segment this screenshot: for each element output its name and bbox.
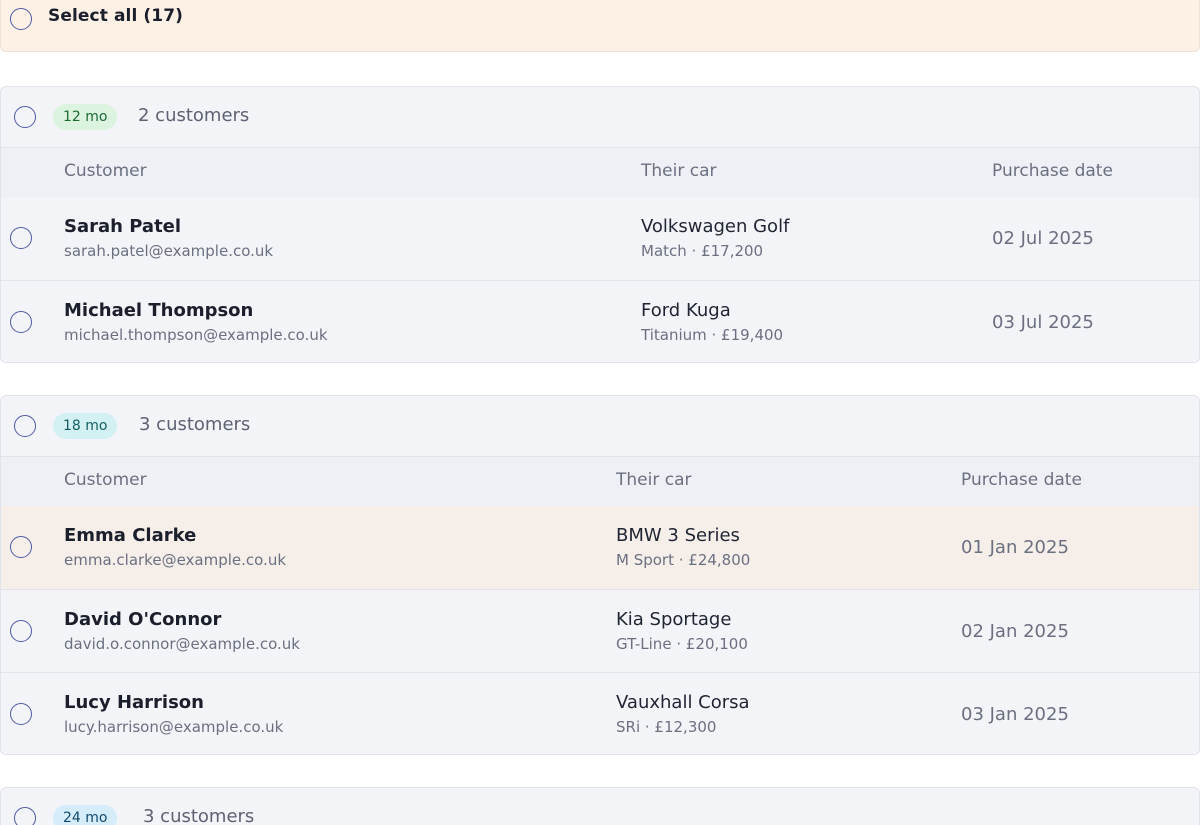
- group-header: 18 mo 3 customers: [1, 396, 1199, 457]
- row-select-radio[interactable]: [10, 536, 32, 558]
- car-model: Vauxhall Corsa: [616, 692, 750, 713]
- car-trim-price: Match · £17,200: [641, 242, 764, 260]
- group-select-radio[interactable]: [14, 807, 36, 825]
- group-count: 3 customers: [139, 414, 251, 435]
- group-count: 2 customers: [138, 105, 250, 126]
- customer-email: david.o.connor@example.co.uk: [64, 635, 300, 653]
- car-model: Kia Sportage: [616, 609, 732, 630]
- group-badge: 24 mo: [53, 805, 118, 825]
- column-header-row: Customer Their car Purchase date: [1, 457, 1199, 506]
- group-header: 24 mo 3 customers: [1, 788, 1199, 825]
- car-trim-price: GT-Line · £20,100: [616, 635, 748, 653]
- table-row[interactable]: Lucy Harrison lucy.harrison@example.co.u…: [1, 672, 1199, 754]
- car-trim-price: M Sport · £24,800: [616, 551, 751, 569]
- purchase-date: 01 Jan 2025: [961, 537, 1069, 558]
- purchase-date: 02 Jul 2025: [992, 228, 1094, 249]
- customer-email: michael.thompson@example.co.uk: [64, 326, 328, 344]
- car-model: Volkswagen Golf: [641, 216, 790, 237]
- column-header-row: Customer Their car Purchase date: [1, 148, 1199, 197]
- group-badge: 18 mo: [53, 413, 118, 439]
- group-12-mo: 12 mo 2 customers Customer Their car Pur…: [0, 86, 1200, 363]
- row-select-radio[interactable]: [10, 620, 32, 642]
- customer-email: sarah.patel@example.co.uk: [64, 242, 274, 260]
- customer-name: Lucy Harrison: [64, 692, 204, 713]
- select-all-bar[interactable]: Select all (17): [0, 0, 1200, 52]
- purchase-date: 03 Jan 2025: [961, 704, 1069, 725]
- select-all-radio[interactable]: [10, 8, 32, 30]
- column-header-date: Purchase date: [961, 470, 1082, 490]
- select-all-label: Select all (17): [48, 6, 183, 26]
- column-header-date: Purchase date: [992, 161, 1113, 181]
- group-header: 12 mo 2 customers: [1, 87, 1199, 148]
- row-select-radio[interactable]: [10, 227, 32, 249]
- car-model: Ford Kuga: [641, 300, 731, 321]
- group-18-mo: 18 mo 3 customers Customer Their car Pur…: [0, 395, 1200, 755]
- group-select-radio[interactable]: [14, 106, 36, 128]
- customer-name: David O'Connor: [64, 609, 222, 630]
- customer-name: Michael Thompson: [64, 300, 254, 321]
- group-24-mo: 24 mo 3 customers: [0, 787, 1200, 825]
- car-trim-price: SRi · £12,300: [616, 718, 717, 736]
- row-select-radio[interactable]: [10, 703, 32, 725]
- purchase-date: 02 Jan 2025: [961, 621, 1069, 642]
- table-row[interactable]: Emma Clarke emma.clarke@example.co.uk BM…: [1, 506, 1199, 589]
- group-badge: 12 mo: [53, 104, 118, 130]
- table-row[interactable]: Sarah Patel sarah.patel@example.co.uk Vo…: [1, 197, 1199, 280]
- column-header-customer: Customer: [64, 470, 147, 490]
- customer-name: Emma Clarke: [64, 525, 197, 546]
- customer-email: emma.clarke@example.co.uk: [64, 551, 287, 569]
- customer-groups-page: Select all (17) 12 mo 2 customers Custom…: [0, 0, 1200, 825]
- column-header-car: Their car: [616, 470, 692, 490]
- row-select-radio[interactable]: [10, 311, 32, 333]
- column-header-customer: Customer: [64, 161, 147, 181]
- customer-name: Sarah Patel: [64, 216, 182, 237]
- car-model: BMW 3 Series: [616, 525, 740, 546]
- table-row[interactable]: David O'Connor david.o.connor@example.co…: [1, 589, 1199, 672]
- car-trim-price: Titanium · £19,400: [641, 326, 784, 344]
- group-select-radio[interactable]: [14, 415, 36, 437]
- group-count: 3 customers: [143, 806, 255, 825]
- column-header-car: Their car: [641, 161, 717, 181]
- customer-email: lucy.harrison@example.co.uk: [64, 718, 284, 736]
- purchase-date: 03 Jul 2025: [992, 312, 1094, 333]
- table-row[interactable]: Michael Thompson michael.thompson@exampl…: [1, 280, 1199, 362]
